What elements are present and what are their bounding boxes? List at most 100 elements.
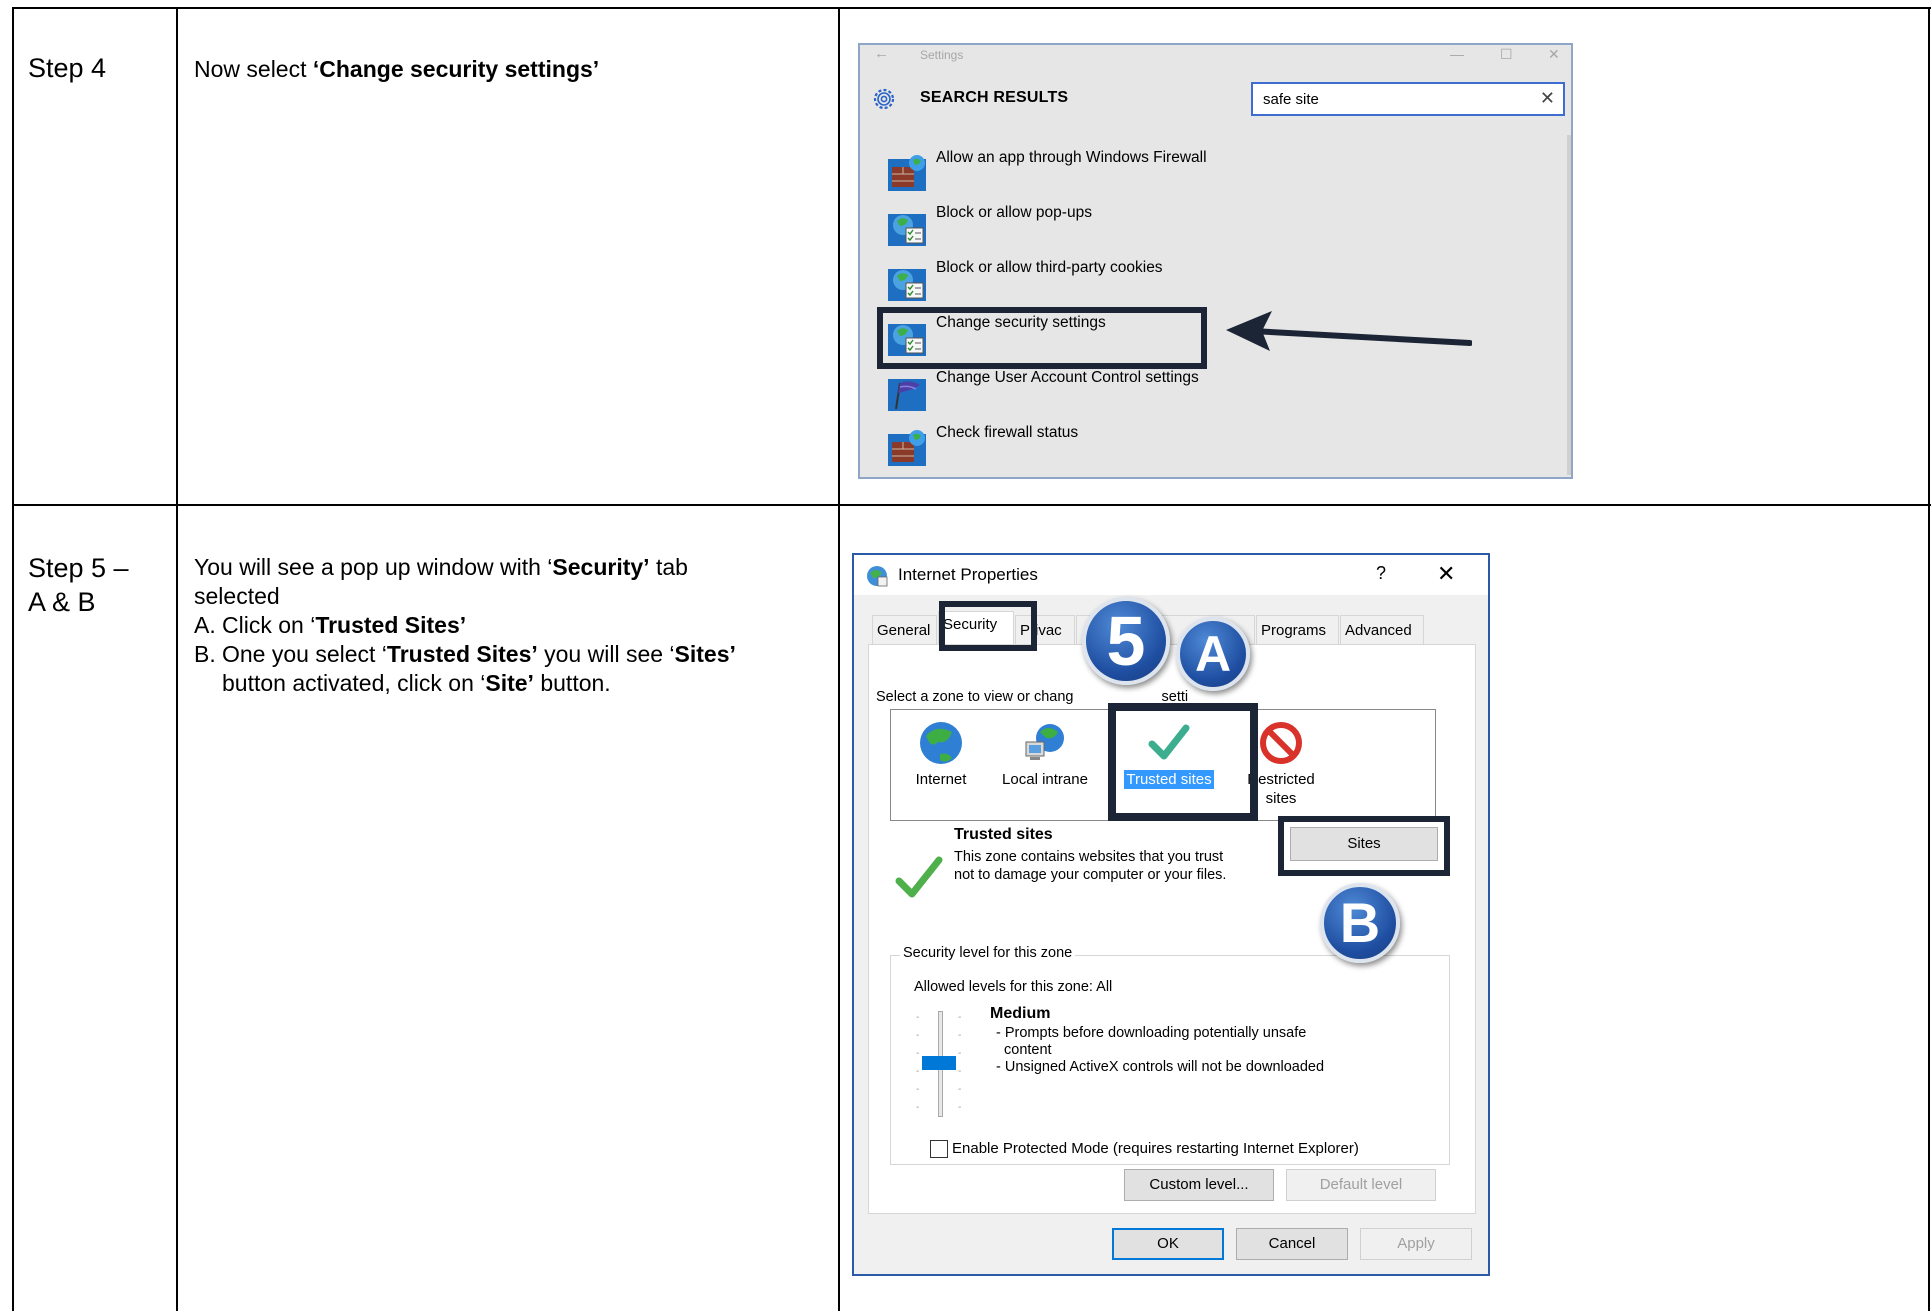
item-b-bold-2: Sites’	[674, 641, 736, 667]
result-item-uac[interactable]: Change User Account Control settings	[888, 367, 1268, 411]
zone-heading: Trusted sites	[954, 826, 1053, 843]
settings-search-box[interactable]: ✕	[1251, 82, 1565, 116]
item-b-bold-3: Site’	[485, 670, 534, 696]
result-item-firewall-app[interactable]: Allow an app through Windows Firewall	[888, 147, 1268, 191]
item-b-text-3: button activated, click on ‘	[222, 670, 486, 696]
table-top-border	[12, 7, 1931, 9]
item-b-text-1: One you select ‘	[222, 641, 387, 667]
item-a-bold: Trusted Sites’	[315, 612, 467, 638]
table-col-divider-2	[838, 7, 840, 1311]
badge-step-5: 5	[1082, 597, 1170, 685]
zone-description: This zone contains websites that you tru…	[954, 849, 1227, 883]
zone-internet[interactable]: Internet	[911, 720, 971, 789]
default-level-button[interactable]: Default level	[1286, 1169, 1436, 1201]
back-arrow-icon[interactable]: ←	[874, 45, 889, 62]
slider-ticks-right: ------	[958, 1012, 962, 1113]
tab-advanced[interactable]: Advanced	[1340, 615, 1424, 645]
cancel-button[interactable]: Cancel	[1236, 1228, 1348, 1260]
maximize-icon[interactable]: ☐	[1500, 46, 1513, 63]
step-5-list: A. Click on ‘Trusted Sites’ B. One you s…	[194, 611, 834, 698]
zone-local-intranet[interactable]: Local intrane	[999, 720, 1091, 789]
step-5-label: Step 5 – A & B	[28, 551, 129, 619]
minimize-icon[interactable]: —	[1450, 46, 1464, 62]
level-description: - Prompts before downloading potentially…	[996, 1025, 1324, 1076]
table-right-border	[1928, 7, 1930, 504]
uac-flag-icon	[888, 379, 926, 411]
item-b-text-4: button.	[533, 670, 611, 696]
level-name: Medium	[990, 1005, 1051, 1022]
badge-a: A	[1176, 617, 1250, 691]
list-marker-b: B.	[194, 641, 216, 667]
step-4-instruction: Now select ‘Change security settings’	[194, 55, 599, 84]
highlight-box-security-tab	[939, 601, 1037, 651]
step-5-item-b: B. One you select ‘Trusted Sites’ you wi…	[194, 640, 834, 698]
settings-search-screenshot: ← Settings — ☐ ✕ SEARCH RESULTS ✕ Allow …	[858, 43, 1573, 479]
ip-title: Internet Properties	[898, 565, 1038, 584]
highlight-box-sites-button	[1278, 816, 1450, 876]
custom-level-button[interactable]: Custom level...	[1124, 1169, 1274, 1201]
step-5-label-line2: A & B	[28, 587, 96, 617]
result-item-cookies[interactable]: Block or allow third-party cookies	[888, 257, 1268, 301]
badge-b: B	[1320, 883, 1400, 963]
firewall-icon	[888, 430, 926, 466]
security-level-legend: Security level for this zone	[900, 945, 1076, 961]
protected-mode-checkbox[interactable]	[930, 1140, 948, 1158]
table-row-divider	[12, 504, 1931, 506]
globe-icon	[920, 722, 962, 764]
highlight-box-change-security	[877, 307, 1207, 369]
trusted-sites-check-icon	[895, 856, 943, 898]
protected-mode-label: Enable Protected Mode (requires restarti…	[952, 1140, 1359, 1157]
ip-titlebar: Internet Properties ? ✕	[854, 555, 1488, 595]
step-4-label: Step 4	[28, 53, 107, 83]
slider-thumb[interactable]	[922, 1056, 956, 1070]
result-label: Check firewall status	[936, 424, 1079, 441]
result-label: Block or allow third-party cookies	[936, 259, 1163, 276]
zone-label-line2: sites	[1265, 790, 1297, 807]
clear-search-icon[interactable]: ✕	[1540, 88, 1555, 109]
close-icon[interactable]: ✕	[1437, 561, 1455, 587]
step-5-item-a: A. Click on ‘Trusted Sites’	[194, 611, 834, 640]
result-label: Block or allow pop-ups	[936, 204, 1092, 221]
table-col-divider-1	[176, 7, 178, 1311]
scrollbar[interactable]	[1567, 135, 1571, 475]
result-label: Allow an app through Windows Firewall	[936, 149, 1207, 166]
step-5-intro-bold: Security’	[552, 554, 650, 580]
restricted-icon	[1260, 722, 1302, 764]
list-marker-a: A.	[194, 612, 216, 638]
item-b-bold-1: Trusted Sites’	[386, 641, 538, 667]
table-right-border-2	[1928, 504, 1930, 1311]
ok-button[interactable]: OK	[1112, 1228, 1224, 1260]
firewall-icon	[888, 155, 926, 191]
step-5-intro-text: You will see a pop up window with ‘	[194, 554, 553, 580]
allowed-levels: Allowed levels for this zone: All	[914, 979, 1113, 995]
result-item-popups[interactable]: Block or allow pop-ups	[888, 202, 1268, 246]
step-5-intro: You will see a pop up window with ‘Secur…	[194, 553, 834, 582]
tab-programs[interactable]: Programs	[1256, 615, 1339, 645]
zone-prompt-text: Select a zone to view or chang	[876, 689, 1074, 705]
slider-ticks-left: ------	[916, 1012, 920, 1113]
step-5-intro-text-2: tab	[649, 554, 688, 580]
level-desc-line: content	[1004, 1042, 1052, 1058]
step-5-label-line1: Step 5 –	[28, 553, 129, 583]
table-left-border	[12, 7, 14, 1311]
search-input[interactable]	[1253, 84, 1513, 114]
result-item-firewall-status[interactable]: Check firewall status	[888, 422, 1268, 466]
step-5-instruction: You will see a pop up window with ‘Secur…	[194, 553, 834, 698]
step-5-intro-line2: selected	[194, 583, 280, 609]
zone-label: Local intrane	[1002, 771, 1088, 788]
tab-general[interactable]: General	[872, 615, 937, 645]
internet-properties-screenshot: Internet Properties ? ✕ General Security…	[852, 553, 1490, 1276]
internet-options-icon	[888, 269, 926, 301]
settings-title: Settings	[920, 48, 964, 62]
internet-options-icon	[867, 566, 888, 587]
result-label: Change User Account Control settings	[936, 369, 1199, 386]
help-icon[interactable]: ?	[1376, 563, 1386, 584]
search-results-heading: SEARCH RESULTS	[920, 89, 1069, 106]
gear-icon	[873, 88, 895, 110]
item-b-text-2: you will see ‘	[537, 641, 675, 667]
level-desc-line: - Unsigned ActiveX controls will not be …	[996, 1059, 1325, 1075]
apply-button[interactable]: Apply	[1360, 1228, 1472, 1260]
close-icon[interactable]: ✕	[1548, 46, 1560, 63]
local-intranet-icon	[1025, 724, 1064, 760]
highlight-box-trusted-sites	[1108, 703, 1258, 821]
